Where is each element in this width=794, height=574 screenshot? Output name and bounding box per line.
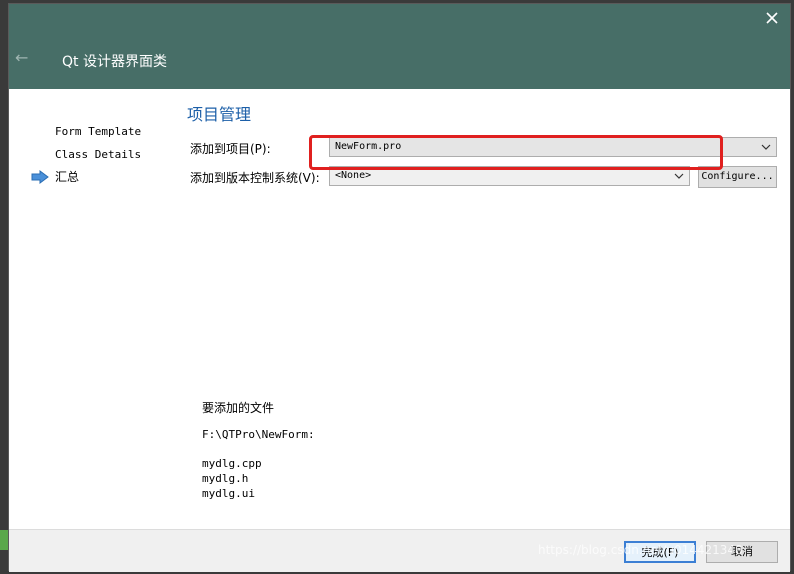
back-arrow-icon[interactable]: ← (15, 50, 37, 66)
arrow-right-icon (31, 169, 49, 184)
sidebar-item-label: 汇总 (55, 170, 80, 184)
project-value: NewForm.pro (335, 141, 402, 152)
sidebar-item-form-template[interactable]: Form Template (55, 125, 141, 138)
files-path: F:\QTPro\NewForm: (202, 428, 315, 441)
vcs-combo[interactable]: <None> (329, 166, 690, 186)
files-title: 要添加的文件 (202, 401, 275, 415)
sidebar-item-class-details[interactable]: Class Details (55, 148, 141, 161)
title-bar: ← Qt 设计器界面类 (9, 4, 790, 89)
chevron-down-icon (674, 173, 684, 179)
file-item: mydlg.h (202, 472, 249, 485)
sidebar-item-summary[interactable]: 汇总 (31, 168, 79, 185)
wizard-sidebar: Form Template Class Details 汇总 (9, 89, 179, 529)
cancel-button[interactable]: 取消 (706, 541, 778, 563)
section-title: 项目管理 (187, 105, 252, 124)
finish-button[interactable]: 完成(F) (624, 541, 696, 563)
chevron-down-icon (761, 144, 771, 150)
footer-bar: 完成(F) 取消 (9, 529, 790, 572)
vcs-value: <None> (335, 170, 372, 181)
window-title: Qt 设计器界面类 (62, 54, 167, 70)
close-icon[interactable] (764, 10, 780, 26)
add-to-vcs-label: 添加到版本控制系统(V): (190, 171, 320, 185)
file-item: mydlg.ui (202, 487, 255, 500)
wizard-window: ← Qt 设计器界面类 Form Template Class Details … (8, 3, 791, 572)
add-to-project-label: 添加到项目(P): (190, 142, 271, 156)
project-combo[interactable]: NewForm.pro (329, 137, 777, 157)
background-strip (0, 530, 8, 550)
file-item: mydlg.cpp (202, 457, 262, 470)
configure-button[interactable]: Configure... (698, 166, 777, 188)
